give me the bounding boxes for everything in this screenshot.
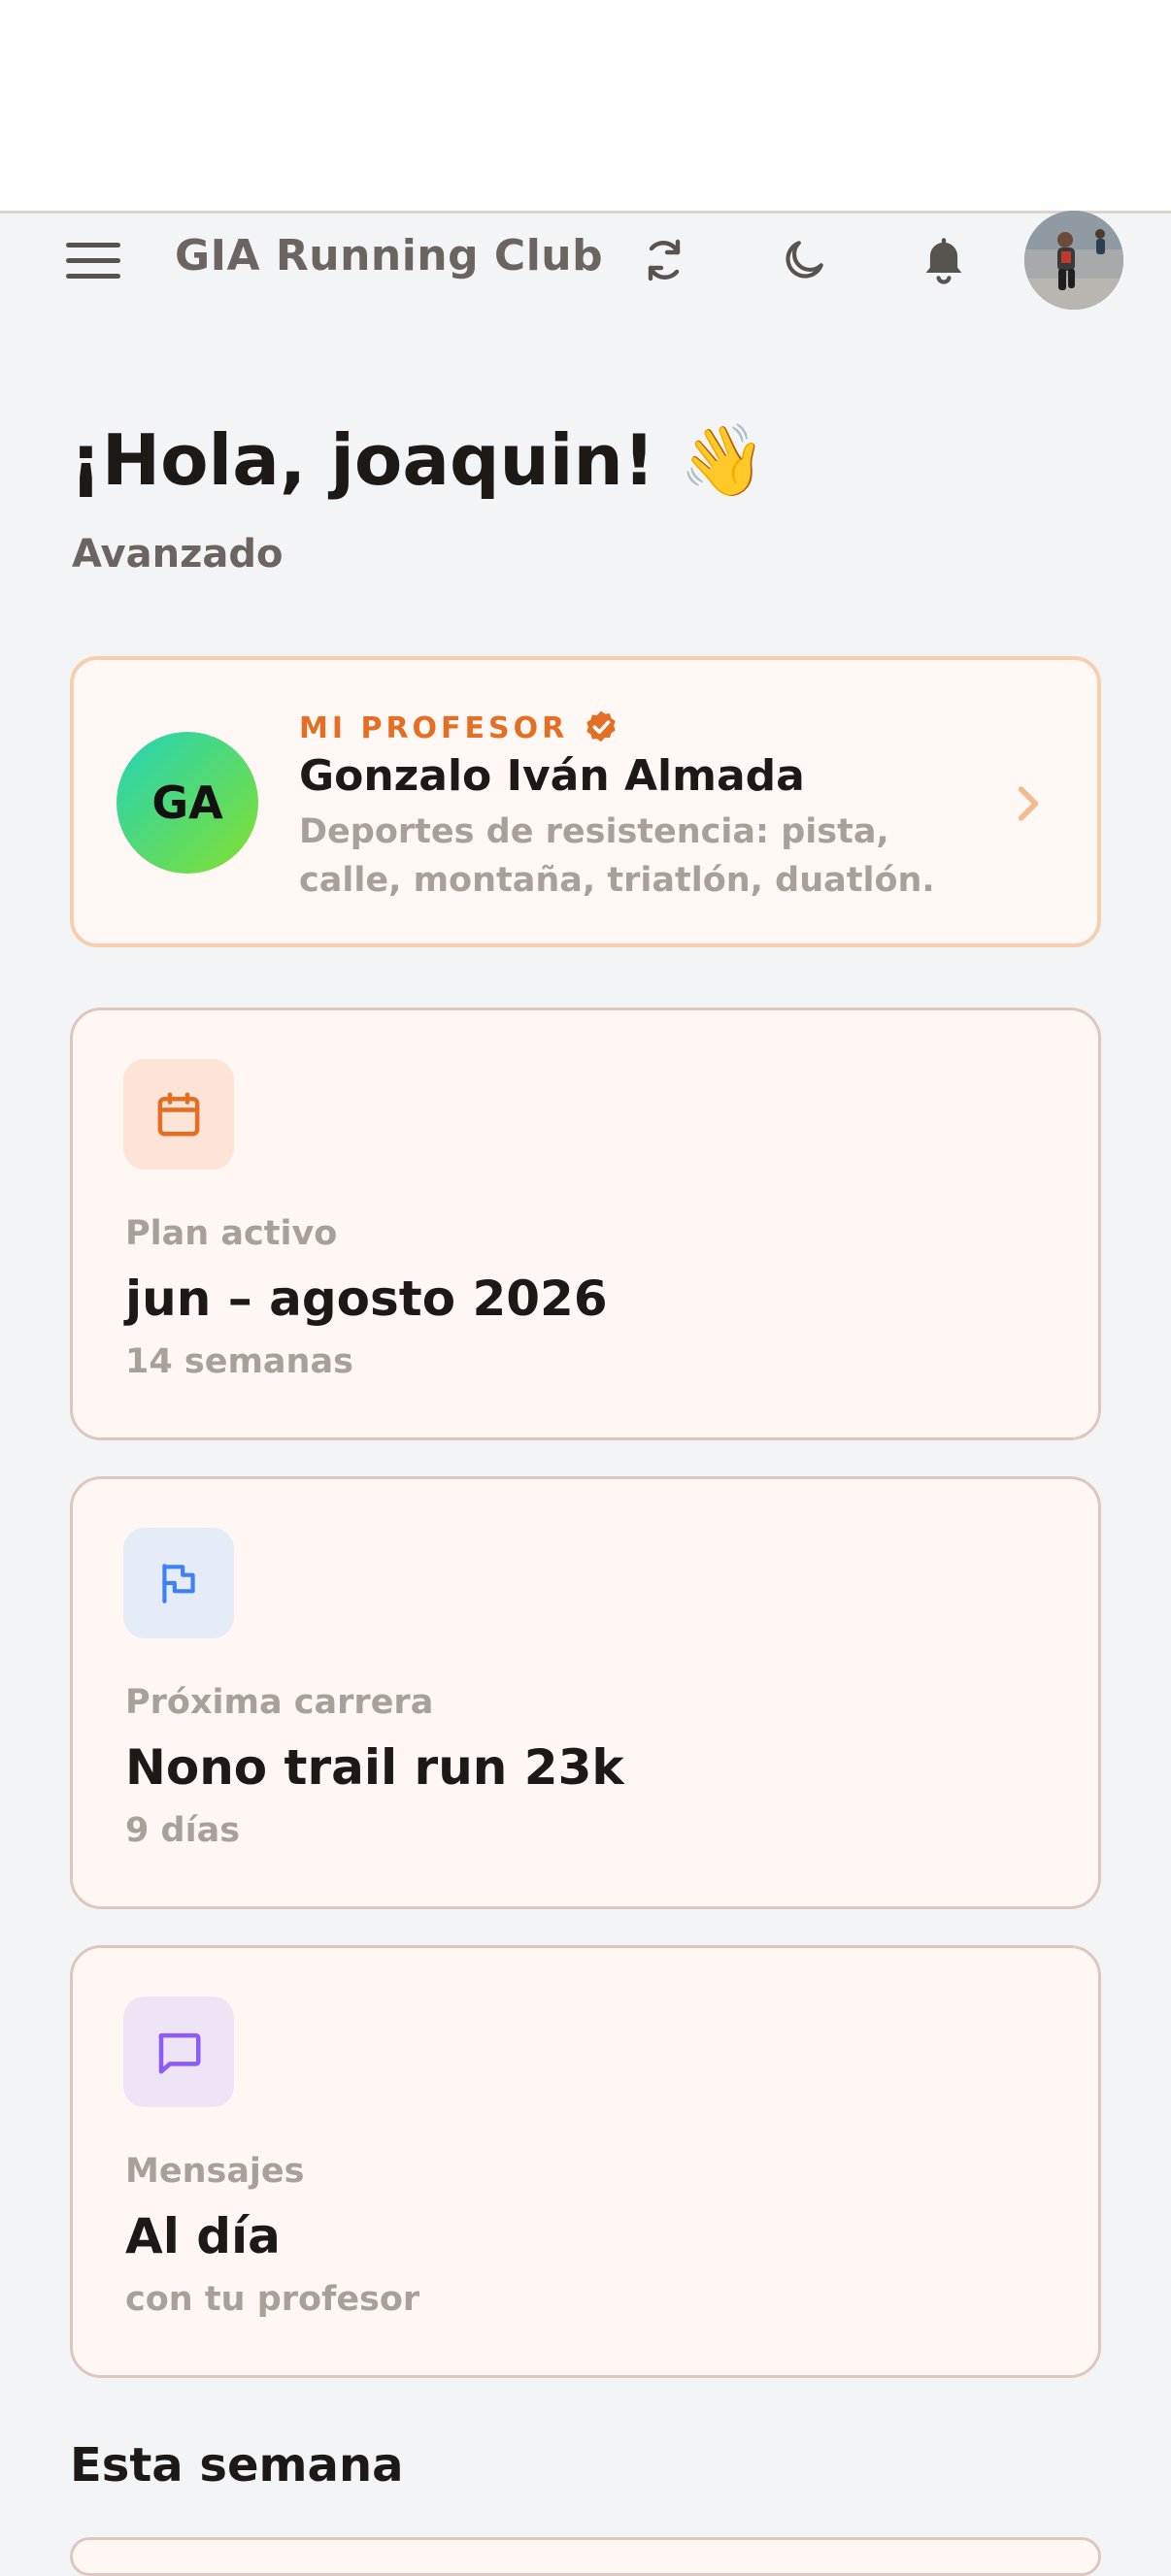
card-label: Plan activo — [125, 1214, 338, 1253]
messages-card[interactable]: Mensajes Al día con tu profesor — [70, 1945, 1101, 2378]
week-section-title: Esta semana — [70, 2438, 404, 2493]
app-header — [0, 0, 1171, 214]
greeting-title: ¡Hola, joaquin! 👋 — [70, 419, 767, 501]
professor-description: Deportes de resistencia: pista, calle, m… — [299, 812, 935, 900]
calendar-icon-box — [123, 1059, 234, 1170]
week-card[interactable] — [70, 2537, 1101, 2576]
professor-initials: GA — [151, 776, 223, 829]
next-race-card[interactable]: Próxima carrera Nono trail run 23k 9 día… — [70, 1476, 1101, 1909]
moon-icon[interactable] — [773, 229, 835, 291]
active-plan-card[interactable]: Plan activo jun – agosto 2026 14 semanas — [70, 1007, 1101, 1440]
card-subtext: 9 días — [125, 1811, 241, 1850]
hamburger-menu-icon[interactable] — [66, 243, 120, 280]
bell-icon[interactable] — [913, 229, 975, 291]
sync-icon[interactable] — [633, 229, 695, 291]
professor-kicker: MI PROFESOR — [299, 709, 620, 747]
calendar-icon — [157, 1092, 200, 1137]
card-subtext: 14 semanas — [125, 1342, 353, 1381]
professor-avatar: GA — [117, 732, 258, 874]
professor-card[interactable]: GA MI PROFESOR Gonzalo Iván Almada Depor… — [70, 656, 1101, 947]
message-icon — [158, 2032, 201, 2074]
professor-name: Gonzalo Iván Almada — [299, 751, 805, 801]
message-icon-box — [123, 1997, 234, 2107]
card-value: jun – agosto 2026 — [125, 1271, 608, 1327]
professor-kicker-label: MI PROFESOR — [299, 710, 569, 745]
card-value: Al día — [125, 2208, 281, 2264]
card-label: Mensajes — [125, 2152, 305, 2191]
chevron-right-icon — [1018, 786, 1039, 821]
athlete-level: Avanzado — [72, 532, 284, 577]
card-label: Próxima carrera — [125, 1683, 434, 1722]
flag-icon-box — [123, 1528, 234, 1638]
verified-badge-icon — [586, 710, 616, 743]
card-subtext: con tu profesor — [125, 2280, 420, 2319]
app-title: GIA Running Club — [175, 231, 604, 281]
flag-icon — [162, 1564, 195, 1603]
user-avatar[interactable] — [1024, 211, 1123, 310]
card-value: Nono trail run 23k — [125, 1739, 624, 1796]
